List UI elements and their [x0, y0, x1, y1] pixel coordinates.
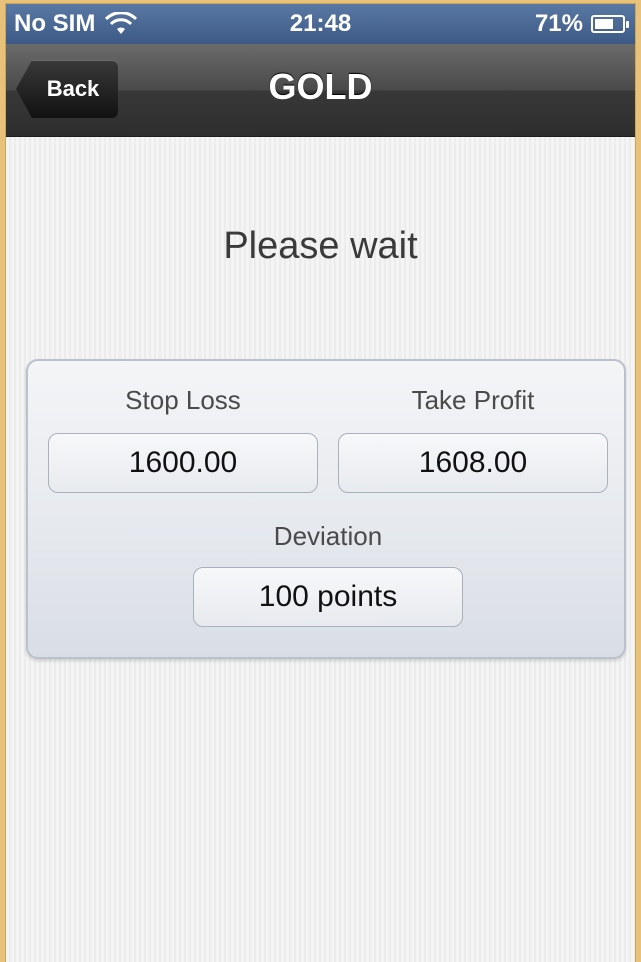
take-profit-field[interactable]: 1608.00	[338, 433, 608, 493]
status-bar: No SIM 21:48 71%	[6, 4, 635, 44]
page-title: GOLD	[268, 66, 373, 107]
status-message: Please wait	[223, 225, 418, 267]
order-params-panel: Stop Loss Take Profit 1600.00 1608.00 De…	[26, 359, 626, 659]
stop-loss-field[interactable]: 1600.00	[48, 433, 318, 493]
take-profit-label: Take Profit	[411, 385, 535, 415]
main-content: Please wait Stop Loss Take Profit 1600.0…	[6, 137, 635, 962]
app-frame: No SIM 21:48 71% Back GOLD Please wait S…	[6, 4, 635, 962]
battery-level	[595, 19, 614, 29]
navigation-bar: Back GOLD	[6, 44, 635, 137]
status-right: 71%	[534, 10, 629, 38]
stop-loss-label: Stop Loss	[125, 385, 241, 415]
battery-icon	[591, 15, 629, 33]
battery-percent: 71%	[534, 10, 583, 37]
deviation-label: Deviation	[273, 521, 383, 551]
deviation-field[interactable]: 100 points	[193, 567, 463, 627]
